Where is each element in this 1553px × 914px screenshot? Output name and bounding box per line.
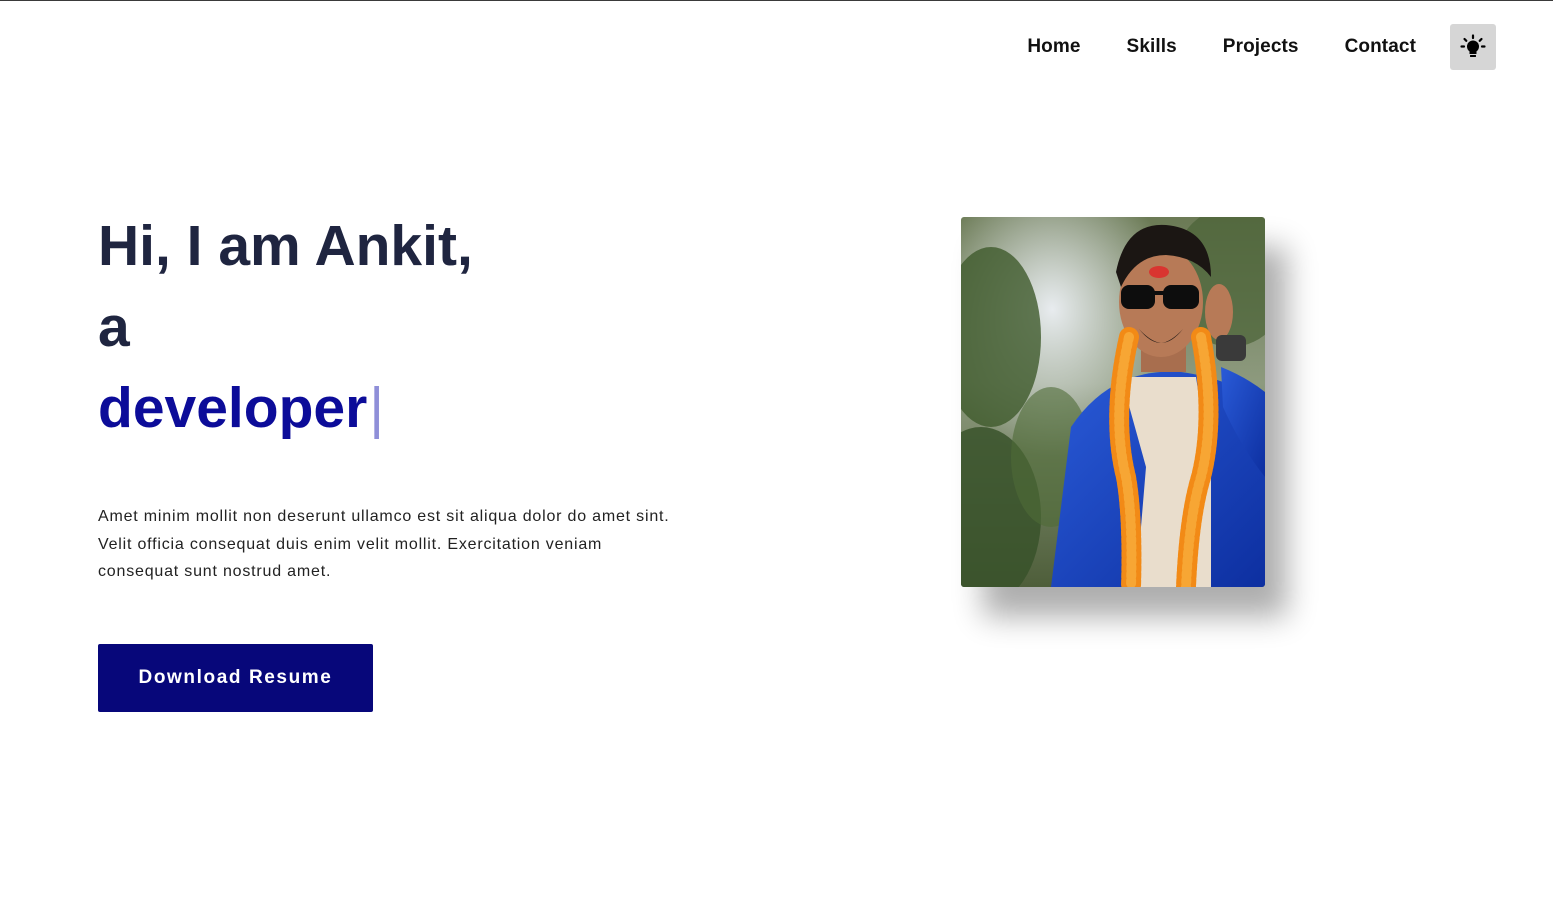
hero-role-line: developer| — [98, 368, 473, 449]
typing-cursor: | — [369, 376, 385, 440]
top-nav: Home Skills Projects Contact — [1027, 24, 1496, 70]
hero-greeting: Hi, I am Ankit, — [98, 214, 473, 278]
nav-contact-link[interactable]: Contact — [1345, 36, 1416, 58]
download-resume-button[interactable]: Download Resume — [98, 644, 373, 712]
lightbulb-icon — [1460, 34, 1486, 57]
hero-article: a — [98, 295, 130, 359]
hero-title: Hi, I am Ankit, a developer| — [98, 206, 473, 449]
hero-description: Amet minim mollit non deserunt ullamco e… — [98, 508, 670, 580]
theme-toggle-button[interactable] — [1450, 24, 1496, 70]
profile-photo — [961, 217, 1265, 587]
hero-role: developer — [98, 376, 368, 440]
nav-skills-link[interactable]: Skills — [1127, 36, 1177, 58]
nav-home-link[interactable]: Home — [1027, 36, 1080, 58]
portfolio-page: Home Skills Projects Contact Hi, I am An… — [0, 0, 1553, 914]
nav-projects-link[interactable]: Projects — [1223, 36, 1299, 58]
